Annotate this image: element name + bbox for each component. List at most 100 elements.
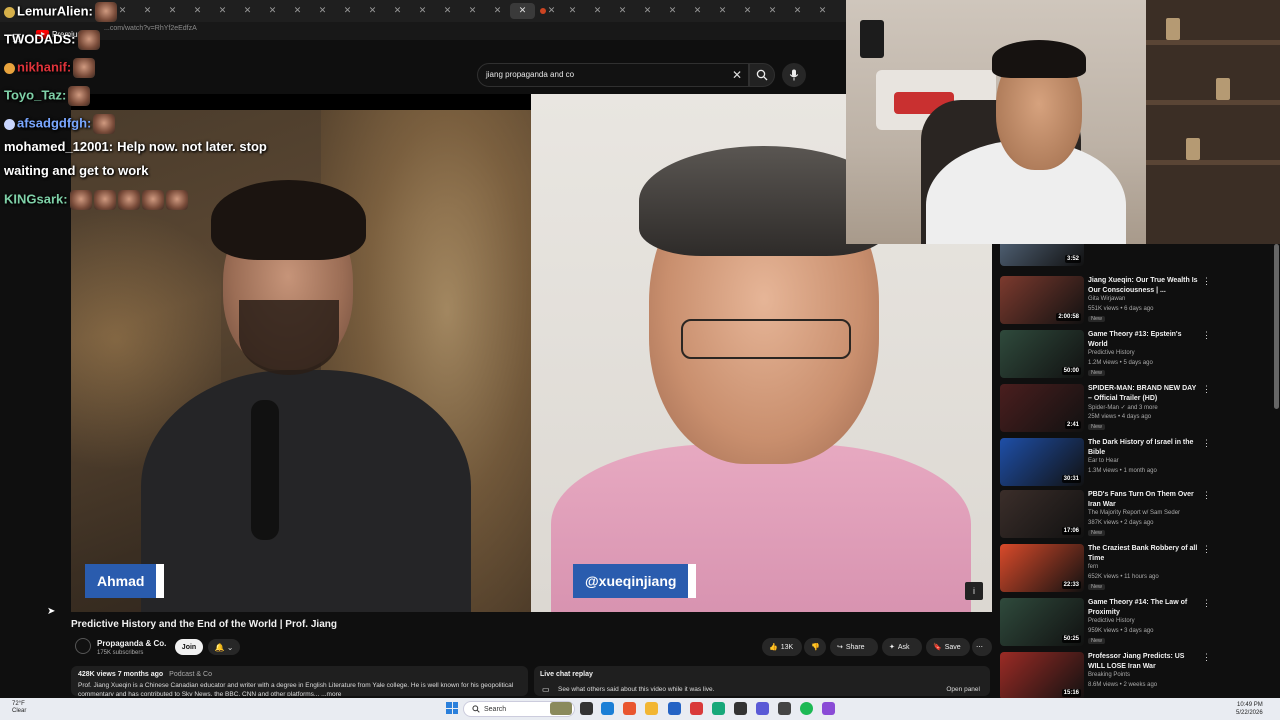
podcast-tag[interactable]: Podcast & Co — [169, 671, 212, 678]
tab-close-icon[interactable]: ✕ — [644, 6, 652, 16]
browser-tab[interactable]: ✕ — [635, 3, 660, 19]
tab-close-icon[interactable]: ✕ — [619, 6, 627, 16]
chat-username[interactable]: Toyo_Taz: — [4, 87, 66, 102]
browser-tab[interactable]: ✕ — [235, 3, 260, 19]
browser-tab[interactable]: ✕ — [735, 3, 760, 19]
video-thumbnail[interactable]: 17:06 — [1000, 490, 1084, 538]
video-thumbnail[interactable]: 22:33 — [1000, 544, 1084, 592]
recommended-video[interactable]: 22:33 The Craziest Bank Robbery of all Ti… — [1000, 544, 1272, 594]
more-options-icon[interactable]: ⋮ — [1202, 438, 1211, 449]
recommended-video[interactable]: 17:06 PBD's Fans Turn On Them Over Iran W… — [1000, 490, 1272, 540]
spotify-icon[interactable] — [800, 702, 813, 715]
recommended-title[interactable]: The Craziest Bank Robbery of all Time — [1088, 544, 1198, 563]
clear-search-icon[interactable]: ✕ — [732, 68, 742, 82]
browser-tab[interactable]: ✕ — [135, 3, 160, 19]
more-options-icon[interactable]: ⋮ — [1202, 330, 1211, 341]
recommended-title[interactable]: Game Theory #14: The Law of Proximity — [1088, 598, 1198, 617]
pinned-app-icon[interactable] — [550, 702, 572, 715]
browser-tab[interactable]: ✕ — [585, 3, 610, 19]
video-thumbnail[interactable]: 50:00 — [1000, 330, 1084, 378]
recommended-video[interactable]: 3:52Louis Theroux1.9M views • 10 months … — [1000, 244, 1272, 268]
sidebar-scrollbar[interactable] — [1274, 244, 1279, 409]
tab-close-icon[interactable]: ✕ — [169, 6, 177, 16]
like-button[interactable]: 👍 13K — [762, 638, 802, 656]
recommended-video[interactable]: 2:41 SPIDER-MAN: BRAND NEW DAY – Official… — [1000, 384, 1272, 434]
recommended-channel[interactable]: The Majority Report w/ Sam Seder — [1088, 510, 1180, 516]
tab-close-icon[interactable]: ✕ — [344, 6, 352, 16]
more-options-icon[interactable]: ⋮ — [1202, 384, 1211, 395]
recommended-video[interactable]: 15:16 Professor Jiang Predicts: US WILL L… — [1000, 652, 1272, 698]
tab-close-icon[interactable]: ✕ — [594, 6, 602, 16]
browser-tab[interactable]: ✕ — [160, 3, 185, 19]
video-thumbnail[interactable]: 50:25 — [1000, 598, 1084, 646]
browser-tab[interactable]: ✕ — [710, 3, 735, 19]
recommended-channel[interactable]: Predictive History — [1088, 350, 1135, 356]
browser-tab[interactable]: ✕ — [810, 3, 835, 19]
more-actions-button[interactable]: ⋯ — [972, 638, 992, 656]
chat-username[interactable]: mohamed_12001: — [4, 139, 113, 154]
chat-username[interactable]: afsadgdfgh: — [17, 115, 91, 130]
share-button[interactable]: ↪ Share — [830, 638, 878, 656]
more-options-icon[interactable]: ⋮ — [1202, 490, 1211, 501]
tab-close-icon[interactable]: ✕ — [319, 6, 327, 16]
tab-close-icon[interactable]: ✕ — [419, 6, 427, 16]
tab-close-icon[interactable]: ✕ — [219, 6, 227, 16]
browser-tab[interactable]: ✕ — [460, 3, 485, 19]
tab-close-icon[interactable]: ✕ — [569, 6, 577, 16]
tab-close-icon[interactable]: ✕ — [269, 6, 277, 16]
tab-close-icon[interactable]: ✕ — [794, 6, 802, 16]
recommended-video[interactable]: 2:00:58 Jiang Xueqin: Our True Wealth Is … — [1000, 276, 1272, 326]
browser-tab[interactable]: ✕ — [760, 3, 785, 19]
browser-tab[interactable]: ✕ — [685, 3, 710, 19]
address-bar[interactable]: ...com/watch?v=RhYf2eEdfzA — [0, 22, 846, 40]
recommended-video[interactable]: 30:31 The Dark History of Israel in the B… — [1000, 438, 1272, 488]
copilot-icon[interactable] — [623, 702, 636, 715]
browser-tab[interactable]: ✕ — [210, 3, 235, 19]
recommended-video[interactable]: 50:00 Game Theory #13: Epstein's World Pre… — [1000, 330, 1272, 380]
tab-close-icon[interactable]: ✕ — [769, 6, 777, 16]
recommended-channel[interactable]: Breaking Points — [1088, 672, 1130, 678]
channel-name[interactable]: Propaganda & Co. — [97, 639, 166, 648]
tab-close-icon[interactable]: ✕ — [244, 6, 252, 16]
more-options-icon[interactable]: ⋮ — [1202, 544, 1211, 555]
recommended-channel[interactable]: fern — [1088, 564, 1098, 570]
recommended-video[interactable]: 50:25 Game Theory #14: The Law of Proximi… — [1000, 598, 1272, 648]
browser-tab[interactable]: ✕ — [660, 3, 685, 19]
pinned-app-icon[interactable] — [712, 702, 725, 715]
join-button[interactable]: Join — [175, 639, 203, 655]
pinned-app-icon[interactable] — [822, 702, 835, 715]
browser-tab[interactable]: ✕ — [535, 3, 560, 19]
tab-close-icon[interactable]: ✕ — [194, 6, 202, 16]
info-card-icon[interactable]: i — [965, 582, 983, 600]
browser-tab[interactable]: ✕ — [335, 3, 360, 19]
tab-close-icon[interactable]: ✕ — [669, 6, 677, 16]
browser-tab[interactable]: ✕ — [185, 3, 210, 19]
edge-icon[interactable] — [601, 702, 614, 715]
pinned-app-icon[interactable] — [756, 702, 769, 715]
browser-tab[interactable]: ✕ — [285, 3, 310, 19]
recommended-title[interactable]: The Dark History of Israel in the Bible — [1088, 438, 1198, 457]
tab-close-icon[interactable]: ✕ — [394, 6, 402, 16]
tab-close-icon[interactable]: ✕ — [144, 6, 152, 16]
more-options-icon[interactable]: ⋮ — [1202, 598, 1211, 609]
browser-tab[interactable]: ✕ — [510, 3, 535, 19]
tab-close-icon[interactable]: ✕ — [519, 6, 527, 16]
browser-tab[interactable]: ✕ — [610, 3, 635, 19]
dislike-button[interactable]: 👎 — [804, 638, 826, 656]
task-view-icon[interactable] — [580, 702, 593, 715]
recommended-title[interactable]: Game Theory #13: Epstein's World — [1088, 330, 1198, 349]
chat-username[interactable]: KINGsark: — [4, 191, 68, 206]
save-button[interactable]: 🔖 Save — [926, 638, 970, 656]
ask-button[interactable]: ✦ Ask — [882, 638, 922, 656]
chat-username[interactable]: LemurAlien: — [17, 3, 93, 18]
browser-tab[interactable]: ✕ — [485, 3, 510, 19]
tab-close-icon[interactable]: ✕ — [494, 6, 502, 16]
tab-close-icon[interactable]: ✕ — [548, 6, 556, 16]
browser-tab[interactable]: ✕ — [385, 3, 410, 19]
recommended-channel[interactable]: Predictive History — [1088, 618, 1135, 624]
recommended-channel[interactable]: Gita Wirjawan — [1088, 296, 1125, 302]
system-clock[interactable]: 10:49 PM 5/22/2026 — [1236, 701, 1263, 717]
file-explorer-icon[interactable] — [645, 702, 658, 715]
tab-close-icon[interactable]: ✕ — [444, 6, 452, 16]
more-options-icon[interactable]: ⋮ — [1202, 276, 1211, 287]
